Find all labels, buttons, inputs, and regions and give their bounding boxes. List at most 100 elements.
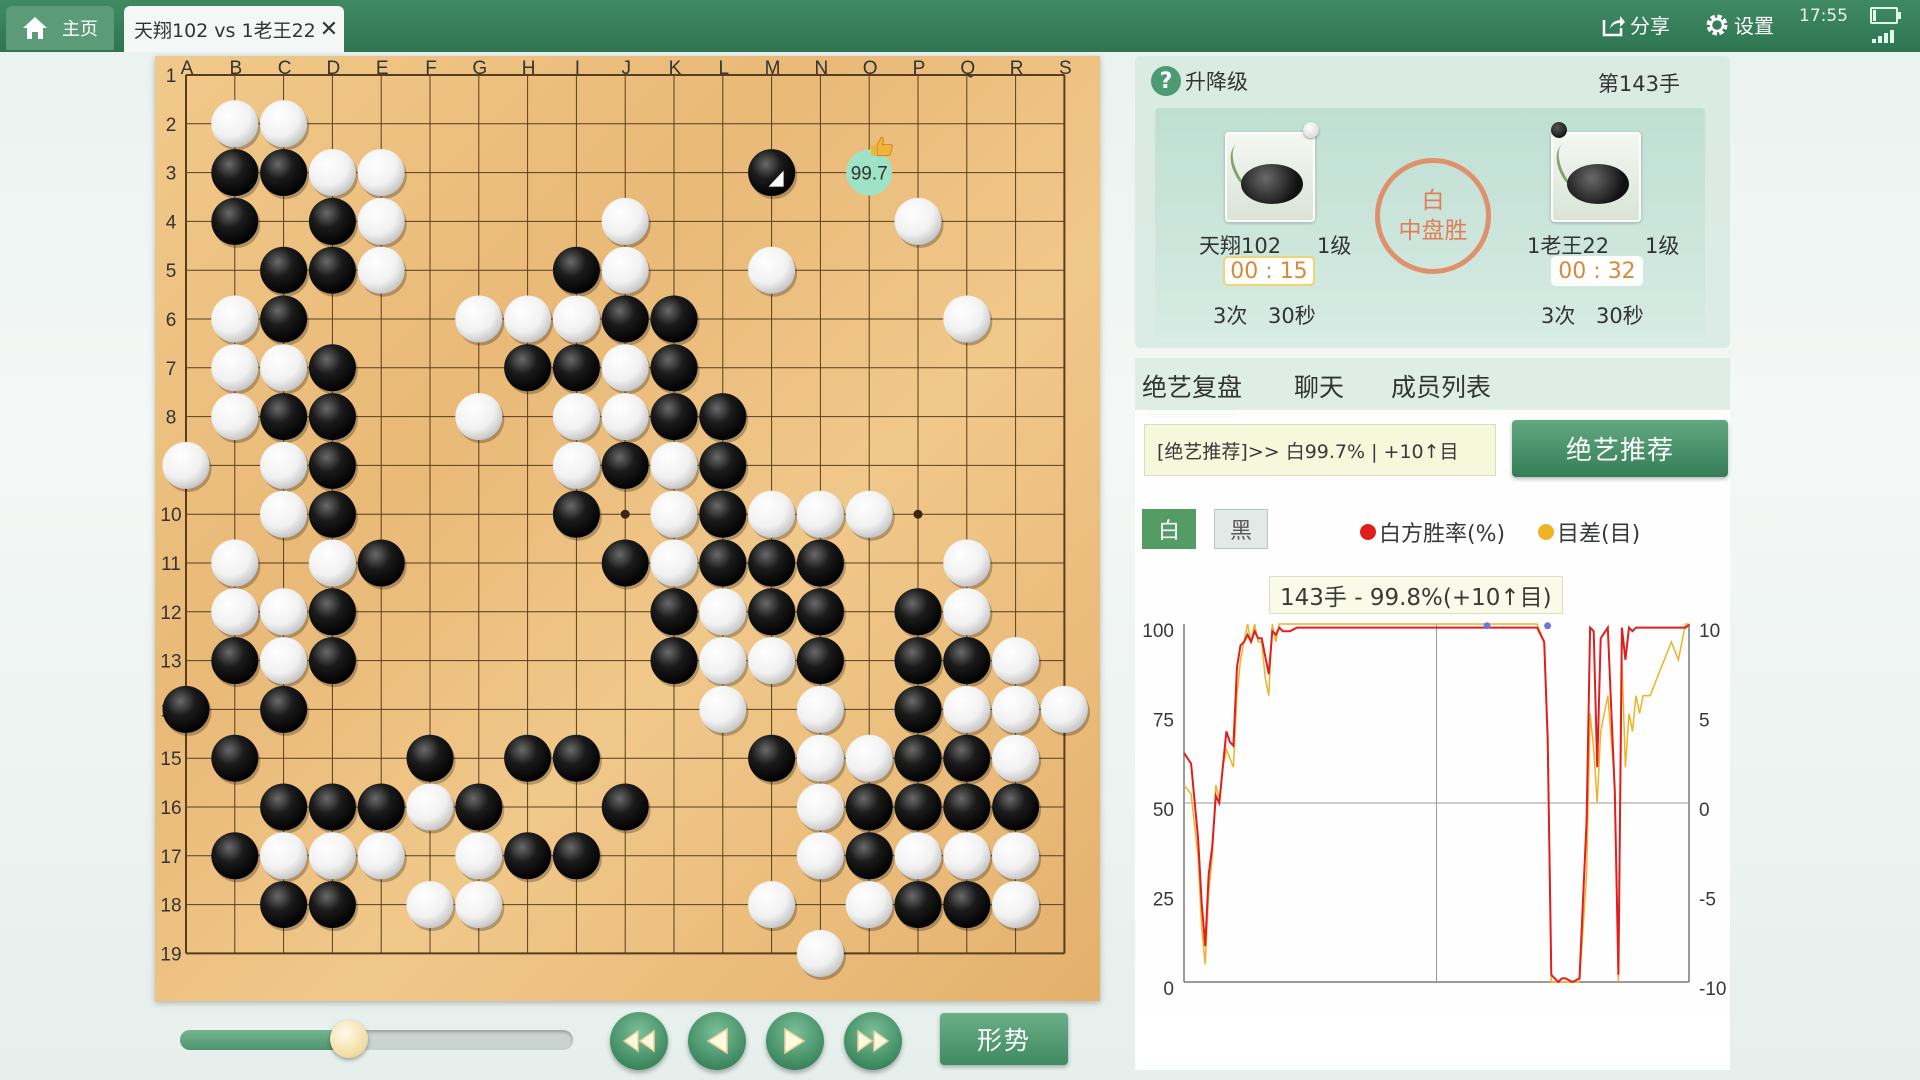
black-stone bbox=[260, 149, 308, 197]
black-stone bbox=[162, 685, 210, 733]
white-stone bbox=[943, 832, 991, 880]
star-point bbox=[620, 509, 630, 519]
last-move-button[interactable] bbox=[844, 1012, 902, 1070]
row-label: 10 bbox=[160, 505, 181, 526]
step-forward-icon bbox=[784, 1027, 806, 1055]
row-label: 6 bbox=[166, 310, 177, 331]
white-stone bbox=[796, 832, 844, 880]
white-stone bbox=[601, 344, 649, 392]
y-right-tick-label: 5 bbox=[1699, 711, 1710, 732]
column-label: O bbox=[863, 58, 878, 79]
stone-bowl-icon bbox=[1241, 164, 1303, 204]
column-label: H bbox=[522, 58, 536, 79]
players-card: 天翔102 1级 00 : 15 3次 30秒 白 中盘胜 1老王22 1级 0… bbox=[1155, 108, 1705, 338]
black-stone bbox=[308, 393, 356, 441]
black-stone bbox=[308, 344, 356, 392]
settings-button[interactable]: 设置 bbox=[1704, 10, 1774, 39]
black-stone bbox=[455, 783, 503, 831]
column-label: R bbox=[1010, 58, 1024, 79]
position-analysis-button[interactable]: 形势 bbox=[940, 1013, 1068, 1065]
white-stone bbox=[748, 490, 796, 538]
step-backward-icon bbox=[706, 1027, 728, 1055]
column-label: S bbox=[1059, 58, 1072, 79]
black-stone bbox=[308, 197, 356, 245]
column-label: C bbox=[278, 58, 292, 79]
first-move-button[interactable] bbox=[610, 1012, 668, 1070]
move-slider[interactable] bbox=[180, 1020, 573, 1058]
row-label: 4 bbox=[166, 212, 177, 233]
promotion-help[interactable]: ? 升降级 bbox=[1151, 66, 1248, 96]
row-label: 12 bbox=[160, 603, 181, 624]
white-stone bbox=[748, 881, 796, 929]
white-stone bbox=[943, 295, 991, 343]
black-stone bbox=[894, 685, 942, 733]
prev-move-button[interactable] bbox=[688, 1012, 746, 1070]
go-board[interactable]: ABCDEFGHIJKLMNOPQRS123456789101112131415… bbox=[155, 56, 1100, 1001]
share-label: 分享 bbox=[1630, 14, 1670, 38]
white-stone bbox=[260, 490, 308, 538]
white-stone bbox=[845, 881, 893, 929]
home-tab-label: 主页 bbox=[62, 19, 98, 40]
white-stone bbox=[455, 295, 503, 343]
share-button[interactable]: 分享 bbox=[1600, 10, 1670, 39]
fast-backward-icon bbox=[622, 1029, 655, 1053]
black-stone bbox=[260, 881, 308, 929]
game-tab[interactable]: 天翔102 vs 1老王22 ✕ bbox=[124, 6, 344, 52]
white-stone bbox=[260, 344, 308, 392]
next-move-button[interactable] bbox=[766, 1012, 824, 1070]
black-stone bbox=[992, 783, 1040, 831]
row-label: 2 bbox=[166, 115, 177, 136]
row-label: 17 bbox=[160, 847, 181, 868]
white-stone bbox=[260, 588, 308, 636]
white-stone bbox=[308, 539, 356, 587]
tab-chat[interactable]: 聊天 bbox=[1294, 368, 1344, 404]
white-stone bbox=[552, 441, 600, 489]
winrate-chart[interactable]: 10075502501050-5-10 bbox=[1135, 410, 1730, 1070]
white-stone bbox=[162, 441, 210, 489]
player1-avatar[interactable] bbox=[1225, 132, 1315, 222]
stone-bowl-icon bbox=[1567, 164, 1629, 204]
black-stone bbox=[650, 637, 698, 685]
white-stone bbox=[601, 246, 649, 294]
black-stone bbox=[748, 588, 796, 636]
column-label: M bbox=[765, 58, 781, 79]
signal-bar bbox=[1872, 39, 1876, 43]
white-stone bbox=[650, 441, 698, 489]
white-stone bbox=[260, 100, 308, 148]
white-stone bbox=[699, 637, 747, 685]
white-stone bbox=[455, 881, 503, 929]
tab-members[interactable]: 成员列表 bbox=[1391, 368, 1491, 404]
black-stone bbox=[650, 393, 698, 441]
column-label: E bbox=[376, 58, 389, 79]
tab-ai-review[interactable]: 绝艺复盘 bbox=[1142, 368, 1242, 417]
player2-level: 1级 bbox=[1645, 234, 1680, 258]
row-label: 8 bbox=[166, 408, 177, 429]
white-stone bbox=[992, 637, 1040, 685]
black-stone bbox=[796, 588, 844, 636]
white-stone bbox=[894, 197, 942, 245]
battery-icon bbox=[1870, 7, 1901, 24]
y-right-tick-label: 10 bbox=[1699, 621, 1720, 642]
black-stone bbox=[260, 783, 308, 831]
chart-marker-point bbox=[1544, 622, 1552, 630]
home-tab[interactable]: 主页 bbox=[6, 6, 114, 50]
row-label: 13 bbox=[160, 652, 181, 673]
y-left-tick-label: 25 bbox=[1153, 890, 1174, 911]
y-right-tick-label: -5 bbox=[1699, 890, 1716, 911]
row-label: 19 bbox=[160, 944, 181, 965]
board-canvas[interactable]: ABCDEFGHIJKLMNOPQRS123456789101112131415… bbox=[155, 56, 1100, 1001]
black-stone bbox=[260, 393, 308, 441]
white-stone bbox=[845, 734, 893, 782]
black-stone bbox=[845, 783, 893, 831]
white-stone bbox=[260, 637, 308, 685]
white-stone bbox=[650, 490, 698, 538]
white-stone bbox=[406, 783, 454, 831]
close-icon[interactable]: ✕ bbox=[320, 17, 338, 42]
black-stone bbox=[601, 783, 649, 831]
row-label: 11 bbox=[161, 554, 181, 575]
move-slider-knob[interactable] bbox=[329, 1020, 368, 1058]
player2-avatar[interactable] bbox=[1551, 132, 1641, 222]
white-stone bbox=[992, 685, 1040, 733]
white-stone bbox=[894, 832, 942, 880]
white-stone bbox=[455, 393, 503, 441]
